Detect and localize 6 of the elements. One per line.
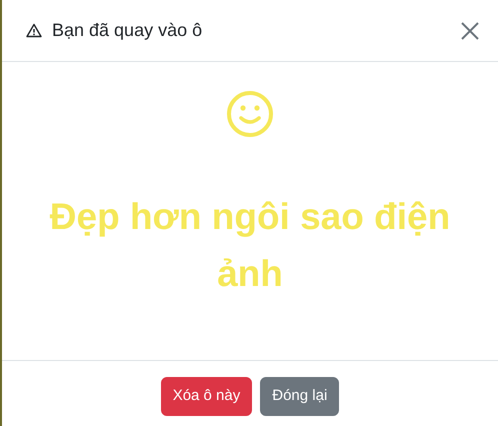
close-dialog-button[interactable]: Đóng lại bbox=[260, 377, 340, 416]
result-message: Đẹp hơn ngôi sao điện ảnh bbox=[48, 195, 452, 296]
warning-icon bbox=[26, 23, 42, 38]
smiley-icon bbox=[226, 90, 274, 138]
delete-button[interactable]: Xóa ô này bbox=[160, 377, 252, 416]
modal-title: Bạn đã quay vào ô bbox=[52, 19, 202, 42]
